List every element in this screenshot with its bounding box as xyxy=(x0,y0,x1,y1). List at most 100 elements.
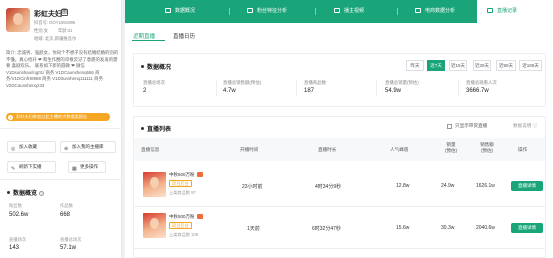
stat-label: 直播总场次 xyxy=(60,237,82,242)
gear-icon: ◎ xyxy=(11,146,16,152)
tab-label: 电商数据分析 xyxy=(425,8,456,14)
start-time: 23小时前 xyxy=(242,184,263,190)
duration: 6时32分47秒 xyxy=(312,226,341,232)
tab-videos[interactable]: 播主视频 xyxy=(334,0,364,23)
metric-value: 4.7w xyxy=(223,88,236,94)
metric-value: 2 xyxy=(143,88,147,94)
live-list-title: 直播列表 xyxy=(147,127,172,133)
profile-bio: 简介: 忠诚男、强颜女，你同个不想子没有结婚结婚的别的不懂。真心给开 ❤ 和生作… xyxy=(6,50,119,88)
tab-label: 直播记录 xyxy=(497,8,518,14)
sales-volume: 24.9w xyxy=(441,183,455,189)
stat-label: 直播场次 xyxy=(9,237,27,242)
data-description-link[interactable]: 数据说明 ⓘ xyxy=(513,123,537,129)
age: 年龄:31 xyxy=(58,28,73,33)
metric-value: 54.9w xyxy=(385,88,402,94)
range-yesterday[interactable]: 昨天 xyxy=(406,60,424,71)
verified-badge-icon: 图 xyxy=(61,9,68,16)
col-header-start: 开播时间 xyxy=(240,147,259,152)
tab-label: 播主视频 xyxy=(344,8,365,14)
live-list-heading: 直播列表 xyxy=(141,124,171,133)
live-cover-thumbnail[interactable] xyxy=(143,172,166,197)
favorite-button[interactable]: ◎ 加入收藏 xyxy=(7,141,56,153)
region: 地域: 北京,新疆维吾尔 xyxy=(34,36,77,41)
divider xyxy=(296,80,297,96)
more-actions-label: 更多操作 xyxy=(80,164,98,169)
duration: 4时34分9秒 xyxy=(315,184,342,190)
add-to-library-button[interactable]: ⊕ 加入我的主播库 xyxy=(60,141,116,153)
add-to-library-label: 加入我的主播库 xyxy=(72,144,104,149)
tab-live-records[interactable]: 直播记录 xyxy=(477,0,553,23)
metric-value: 3666.7w xyxy=(466,88,489,94)
divider xyxy=(0,128,122,129)
start-time: 1天前 xyxy=(247,226,260,232)
bullet-icon xyxy=(141,65,144,68)
divider xyxy=(216,80,217,96)
users-icon xyxy=(247,8,253,13)
stat-value: 502.6w xyxy=(9,212,29,218)
tab-live-calendar[interactable]: 直播日历 xyxy=(173,32,195,40)
col-header-revenue: 销售额 (预估) xyxy=(480,142,494,153)
tab-data-overview[interactable]: 数据概况 xyxy=(165,0,195,23)
refresh-live-button[interactable]: ✎ 刷新下实播 xyxy=(7,161,56,173)
profile-name: 彩虹夫妇 xyxy=(34,11,62,18)
col-header-peak: 人气峰值 xyxy=(390,147,409,152)
avatar xyxy=(6,8,30,32)
data-overview-title: 数据概览 xyxy=(13,191,38,197)
only-sales-live-checkbox[interactable] xyxy=(447,124,452,129)
live-cover-thumbnail[interactable] xyxy=(143,213,166,238)
hot-icon xyxy=(197,172,203,177)
row-divider xyxy=(134,206,545,207)
help-icon[interactable]: ? xyxy=(39,190,45,196)
tab-ecommerce[interactable]: 电商数据分析 xyxy=(415,0,455,23)
live-tag: 项目后台 xyxy=(169,222,192,229)
app-root: 彩虹夫妇 图 抖音号: DOY1981995 性别:女 年龄:31 地域: 北京… xyxy=(0,0,553,258)
warning-icon: ! xyxy=(8,114,13,120)
range-180d[interactable]: 近180天 xyxy=(519,60,542,71)
warning-text: 彩虹夫妇参加过此主播的大数据类报告 xyxy=(16,114,88,119)
chart-icon xyxy=(165,8,171,13)
col-header-duration: 直播时长 xyxy=(318,147,337,152)
profile-panel: 彩虹夫妇 图 抖音号: DOY1981995 性别:女 年龄:31 地域: 北京… xyxy=(0,0,122,258)
live-detail-button[interactable]: 直播详情 xyxy=(511,181,543,191)
range-90d[interactable]: 近90天 xyxy=(496,60,516,71)
live-title[interactable]: 中秋500万粉 xyxy=(169,172,195,178)
col-header-sales: 销量 (预估) xyxy=(444,142,458,153)
user-add-icon: ⊕ xyxy=(64,146,69,152)
cart-icon xyxy=(415,8,421,13)
metric-label: 直播商品数 xyxy=(304,80,326,85)
stat-label: 粉丝数 xyxy=(9,203,22,208)
favorite-button-label: 加入收藏 xyxy=(19,144,37,149)
peak-viewers: 15.6w xyxy=(396,225,410,231)
tab-label: 粉丝特征分析 xyxy=(257,8,288,14)
col-header-action: 操作 xyxy=(518,147,528,152)
divider xyxy=(376,80,377,96)
data-overview-heading: 数据概览? xyxy=(7,188,45,197)
row-divider xyxy=(134,248,545,249)
video-icon xyxy=(334,8,340,13)
divider xyxy=(229,8,230,15)
metric-label: 直播总观看人次 xyxy=(466,80,497,85)
range-15d[interactable]: 近15天 xyxy=(449,60,467,71)
divider xyxy=(458,80,459,96)
edit-icon: ✎ xyxy=(11,166,16,172)
only-sales-live-label: 只显示带货直播 xyxy=(455,123,488,128)
tab-fan-analysis[interactable]: 粉丝特征分析 xyxy=(247,0,287,23)
range-30d[interactable]: 近30天 xyxy=(473,60,491,71)
live-tag: 项目后台 xyxy=(169,180,192,187)
live-icon xyxy=(487,8,493,13)
warning-banner[interactable]: ! 彩虹夫妇参加过此主播的大数据类报告 xyxy=(6,113,110,121)
live-detail-button[interactable]: 直播详情 xyxy=(511,223,543,233)
revenue: 2040.6w xyxy=(476,225,495,231)
stat-label: 作品数 xyxy=(60,203,73,208)
range-7d[interactable]: 近7天 xyxy=(427,60,445,71)
tab-recent-live[interactable]: 近期直播 xyxy=(133,32,155,40)
product-count: 上架商品数 108 xyxy=(169,232,199,237)
hot-icon xyxy=(197,214,203,219)
bullet-icon xyxy=(7,191,10,194)
more-actions-button[interactable]: ▦ 更多操作 xyxy=(68,161,106,173)
metric-label: 直播总场次 xyxy=(143,80,165,85)
live-title[interactable]: 中秋500万粉 xyxy=(169,214,195,220)
tab-label: 数据概况 xyxy=(175,8,196,14)
revenue: 1626.1w xyxy=(476,183,495,189)
product-count: 上架商品数 97 xyxy=(169,190,196,195)
